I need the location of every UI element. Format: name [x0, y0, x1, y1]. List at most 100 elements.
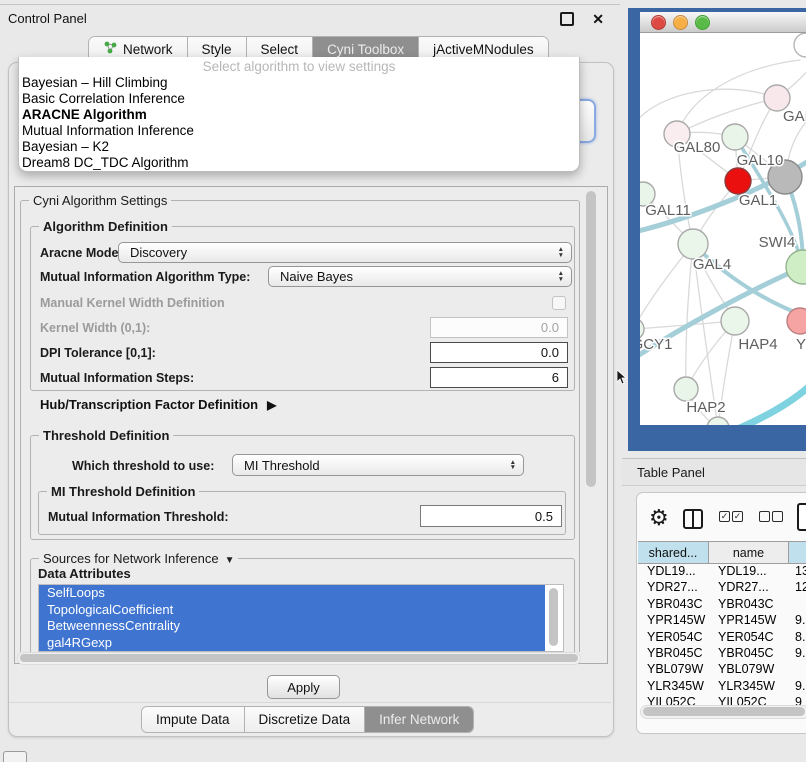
cell: 9.	[789, 645, 806, 661]
table-body: YDL19...YDL19...13YDR27...YDR27...12YBR0…	[638, 563, 806, 711]
table-row[interactable]: YBR043CYBR043C	[638, 596, 806, 612]
network-window-titlebar[interactable]	[640, 12, 806, 33]
tab-infer-network[interactable]: Infer Network	[365, 707, 473, 732]
network-graph: GALGAL80GAL10GAL1GAL11SWI4GAL4GCY1HAP4YH…	[640, 33, 806, 425]
network-node[interactable]	[786, 250, 806, 284]
table-panel-title: Table Panel	[637, 465, 705, 480]
mi-steps-field[interactable]: 6	[430, 367, 568, 388]
table-panel-titlebar: Table Panel	[622, 458, 806, 486]
algorithm-option-bayesian-hill-climbing[interactable]: Bayesian – Hill Climbing	[19, 75, 579, 91]
network-node[interactable]	[674, 377, 698, 401]
expand-triangle-icon	[267, 397, 276, 412]
network-node[interactable]	[794, 33, 806, 57]
column-header-a[interactable]: A	[789, 542, 806, 563]
cell: YER054C	[638, 629, 709, 645]
cell: 12	[789, 579, 806, 595]
close-button[interactable]	[651, 15, 666, 30]
cell	[789, 596, 806, 612]
minimize-button[interactable]	[673, 15, 688, 30]
attribute-item-betweennesscentrality[interactable]: BetweennessCentrality	[39, 618, 545, 635]
network-node[interactable]	[787, 308, 806, 334]
network-node[interactable]	[721, 307, 749, 335]
gear-icon[interactable]	[649, 505, 669, 531]
table-horizontal-scrollbar[interactable]	[640, 705, 806, 719]
table-row[interactable]: YBL079WYBL079W	[638, 661, 806, 677]
network-node[interactable]	[707, 417, 729, 425]
apply-button[interactable]: Apply	[267, 675, 340, 699]
dpi-tolerance-field[interactable]: 0.0	[430, 342, 568, 363]
checked-box-icon[interactable]	[732, 511, 743, 522]
close-panel-icon[interactable]	[592, 12, 604, 26]
table-row[interactable]: YBR045CYBR045C9.	[638, 645, 806, 661]
column-header-shared[interactable]: shared...	[638, 542, 709, 563]
kernel-width-field[interactable]: 0.0	[430, 317, 568, 338]
cell: YBL079W	[638, 661, 709, 677]
table-row[interactable]: YER054CYER054C8.	[638, 629, 806, 645]
cell	[789, 661, 806, 677]
network-icon	[103, 41, 117, 57]
cell: 9.	[789, 612, 806, 628]
aracne-mode-select[interactable]: Discovery	[118, 242, 572, 263]
selected-value: Discovery	[130, 245, 187, 260]
checked-box-icon[interactable]	[719, 511, 730, 522]
unchecked-box-icon[interactable]	[772, 511, 783, 522]
node-label-gal4: GAL4	[693, 256, 731, 273]
attribute-item-topologicalcoefficient[interactable]: TopologicalCoefficient	[39, 602, 545, 619]
node-label-gal10: GAL10	[737, 152, 784, 169]
table-row[interactable]: YLR345WYLR345W9.	[638, 678, 806, 694]
column-header-name[interactable]: name	[709, 542, 789, 563]
which-threshold-select[interactable]: MI Threshold	[232, 454, 524, 476]
scrollbar-thumb[interactable]	[20, 654, 578, 662]
selected-value: MI Threshold	[244, 458, 320, 473]
unchecked-box-icon[interactable]	[759, 511, 770, 522]
network-view[interactable]: GALGAL80GAL10GAL1GAL11SWI4GAL4GCY1HAP4YH…	[640, 33, 806, 425]
collapse-triangle-icon[interactable]	[225, 551, 235, 566]
network-node[interactable]	[725, 168, 751, 194]
zoom-button[interactable]	[695, 15, 710, 30]
cell: YDR27...	[638, 579, 709, 595]
mi-type-select[interactable]: Naive Bayes	[268, 266, 572, 287]
algorithm-option-bayesian-k2[interactable]: Bayesian – K2	[19, 139, 579, 155]
panel-title: Control Panel	[8, 11, 542, 26]
tab-label: Style	[202, 42, 232, 57]
page-icon[interactable]	[797, 503, 806, 531]
cell: YBR045C	[638, 645, 709, 661]
table-row[interactable]: YDL19...YDL19...13	[638, 563, 806, 579]
which-threshold-label: Which threshold to use:	[72, 459, 214, 473]
hub-expander[interactable]: Hub/Transcription Factor Definition	[40, 397, 276, 412]
tab-discretize-data[interactable]: Discretize Data	[245, 707, 366, 732]
table-row[interactable]: YPR145WYPR145W9.	[638, 612, 806, 628]
kernel-width-label: Kernel Width (0,1):	[40, 321, 150, 335]
cell: YDL19...	[709, 563, 789, 579]
selected-value: Naive Bayes	[280, 269, 353, 284]
control-panel-titlebar: Control Panel	[0, 4, 620, 32]
data-attributes-list[interactable]: SelfLoopsTopologicalCoefficientBetweenne…	[38, 584, 564, 652]
network-node[interactable]	[722, 124, 748, 150]
settings-vertical-scrollbar[interactable]	[586, 191, 596, 487]
network-node[interactable]	[678, 229, 708, 259]
settings-horizontal-scrollbar[interactable]	[17, 652, 581, 665]
algorithm-option-aracne-algorithm[interactable]: ARACNE Algorithm	[19, 107, 579, 123]
mi-steps-label: Mutual Information Steps:	[40, 371, 194, 385]
mi-threshold-field[interactable]: 0.5	[420, 505, 562, 527]
hub-expander-label: Hub/Transcription Factor Definition	[40, 397, 258, 412]
node-label-gcy1: GCY1	[640, 336, 672, 353]
cell: YBR043C	[709, 596, 789, 612]
table-row[interactable]: YDR27...YDR27...12	[638, 579, 806, 595]
corner-button[interactable]	[3, 751, 27, 762]
scrollbar-thumb[interactable]	[643, 707, 805, 716]
algorithm-option-mutual-information-inference[interactable]: Mutual Information Inference	[19, 123, 579, 139]
tab-impute-data[interactable]: Impute Data	[142, 707, 245, 732]
dropdown-items: Bayesian – Hill ClimbingBasic Correlatio…	[19, 75, 579, 171]
manual-kernel-checkbox[interactable]	[552, 296, 566, 310]
attribute-item-selfloops[interactable]: SelfLoops	[39, 585, 545, 602]
algorithm-option-basic-correlation-inference[interactable]: Basic Correlation Inference	[19, 91, 579, 107]
split-columns-icon[interactable]	[683, 509, 703, 529]
list-scrollbar[interactable]	[549, 588, 558, 646]
float-panel-icon[interactable]	[560, 12, 574, 26]
cell: YPR145W	[709, 612, 789, 628]
attribute-item-gal4rgexp[interactable]: gal4RGexp	[39, 635, 545, 652]
tab-label: Infer Network	[379, 712, 459, 727]
cell: YER054C	[709, 629, 789, 645]
algorithm-option-dream8-dc-tdc-algorithm[interactable]: Dream8 DC_TDC Algorithm	[19, 155, 579, 171]
